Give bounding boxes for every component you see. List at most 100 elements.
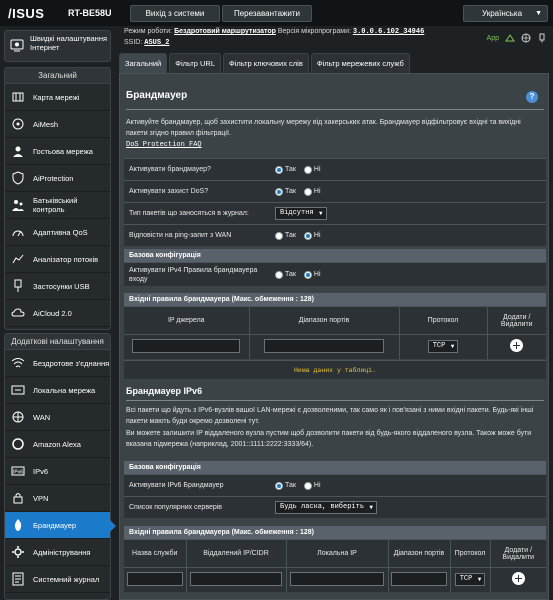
radio-no[interactable]: Ні <box>303 270 321 279</box>
sidebar-item-aimesh[interactable]: AiMesh <box>5 111 110 138</box>
ipv6-title: Брандмауер IPv6 <box>126 386 203 396</box>
quick-setup-label: Швидкі налаштування Інтернет <box>30 34 108 52</box>
ipv6-add-rule-button[interactable] <box>511 572 525 586</box>
cloud-icon <box>11 306 25 320</box>
radio-no[interactable]: Ні <box>303 165 321 174</box>
radio-yes[interactable]: Так <box>275 481 296 490</box>
add-rule-button[interactable] <box>510 339 524 353</box>
radio-no[interactable]: Ні <box>303 231 321 240</box>
help-icon[interactable]: ? <box>526 91 538 103</box>
select-value: Відсутня <box>280 209 314 217</box>
radio-label: Так <box>285 271 296 278</box>
sidebar-item-cloud[interactable]: AiCloud 2.0 <box>5 300 110 327</box>
radio-dot <box>275 231 283 240</box>
row-label: Відповісти на ping-запит з WAN <box>129 232 232 239</box>
sidebar-item-label: IPv6 <box>33 466 49 476</box>
usb-status-icon[interactable] <box>537 33 547 43</box>
inbound-rules-heading: Вхідні правила брандмауера (Макс. обмеже… <box>124 293 546 306</box>
ipv6-description-2: Ви можете залишити IP віддаленого вузла … <box>126 430 532 448</box>
logout-button[interactable]: Вихід з системи <box>130 5 220 22</box>
sidebar-item-lan[interactable]: Локальна мережа <box>5 377 110 404</box>
sidebar-item-ipv6[interactable]: IPv6 IPv6 <box>5 458 110 485</box>
language-select[interactable]: Українська ▼ <box>463 5 548 22</box>
sidebar-item-qos[interactable]: Адаптивна QoS <box>5 219 110 246</box>
log-type-select[interactable]: Відсутня ▼ <box>275 207 327 220</box>
log-icon <box>11 572 25 586</box>
tab-keyword-filter[interactable]: Фільтр ключових слів <box>223 53 309 73</box>
reboot-button[interactable]: Перезавантажити <box>222 5 312 22</box>
protocol-select[interactable]: TCP ▼ <box>427 340 459 354</box>
ipv6-basic-config-heading: Базова конфігурація <box>124 461 546 474</box>
column-header: Діапазон портів <box>249 306 400 335</box>
sidebar-item-alexa[interactable]: Amazon Alexa <box>5 431 110 458</box>
tab-general[interactable]: Загальний <box>119 53 168 73</box>
wan-icon <box>11 410 25 424</box>
firmware-link[interactable]: 3.0.0.6.102_34946 <box>353 28 424 36</box>
ipv6-inbound-rules-heading: Вхідні правила брандмауера (Макс. обмеже… <box>124 526 546 539</box>
radio-yes[interactable]: Так <box>275 231 296 240</box>
sidebar-item-wan[interactable]: WAN <box>5 404 110 431</box>
sidebar-item-guest[interactable]: Гостьова мережа <box>5 138 110 165</box>
radio-label: Так <box>285 482 296 489</box>
dos-faq-link[interactable]: DoS Protection FAQ <box>126 141 202 149</box>
sidebar-item-map[interactable]: Карта мережі <box>5 84 110 111</box>
sidebar-item-label: Бездротове з'єднання <box>33 358 110 368</box>
ipv6-port-range-input[interactable] <box>391 571 447 586</box>
chevron-down-icon: ▼ <box>369 504 374 511</box>
remote-ip-input[interactable] <box>190 571 282 586</box>
column-header: IP джерела <box>124 306 250 335</box>
sidebar-item-admin[interactable]: Адміністрування <box>5 539 110 566</box>
select-value: TCP <box>459 575 473 584</box>
radio-no[interactable]: Ні <box>303 187 321 196</box>
radio-yes[interactable]: Так <box>275 187 296 196</box>
sidebar-item-label: Локальна мережа <box>33 385 96 395</box>
radio-yes[interactable]: Так <box>275 270 296 279</box>
sidebar-item-firewall[interactable]: Брандмауер <box>5 512 116 539</box>
sidebar-item-parental[interactable]: Батьківський контроль <box>5 192 110 219</box>
sidebar-item-log[interactable]: Системний журнал <box>5 566 110 593</box>
port-range-input[interactable] <box>264 338 384 353</box>
ssid-link[interactable]: ASUS_2 <box>144 39 169 47</box>
ipv6-protocol-select[interactable]: TCP ▼ <box>454 573 486 587</box>
service-name-input[interactable] <box>126 571 183 586</box>
admin-icon <box>11 545 25 559</box>
column-header: Назва служби <box>124 539 187 568</box>
asus-logo: /ISUS <box>8 6 45 21</box>
radio-label: Ні <box>313 166 321 173</box>
sidebar-item-label: Гостьова мережа <box>33 146 93 156</box>
row-enable-dos: Активувати захист DoS? Так Ні <box>124 180 546 202</box>
popular-servers-select[interactable]: Будь ласка, виберіть ▼ <box>275 501 378 514</box>
radio-dot <box>275 165 283 174</box>
sidebar-item-shield[interactable]: AiProtection <box>5 165 110 192</box>
mode-link[interactable]: Бездротовий маршрутизатор <box>174 28 276 35</box>
top-bar: /ISUS RT-BE58U Вихід з системи Перезаван… <box>0 0 553 26</box>
quick-setup-button[interactable]: Швидкі налаштування Інтернет <box>4 30 111 62</box>
sidebar-item-label: AiMesh <box>33 119 59 129</box>
sidebar-item-label: AiProtection <box>33 173 74 183</box>
tab-service-filter[interactable]: Фільтр мережевих служб <box>310 53 410 73</box>
radio-label: Так <box>285 232 296 239</box>
row-ipv4-rules: Активувати IPv4 Правила брандмауера вход… <box>124 262 546 286</box>
map-icon <box>11 90 25 104</box>
select-value: TCP <box>432 342 446 351</box>
row-label: Активувати IPv4 Правила брандмауера вход… <box>129 266 258 283</box>
quick-setup-icon <box>10 38 24 52</box>
sidebar-item-vpn[interactable]: VPN <box>5 485 110 512</box>
radio-yes[interactable]: Так <box>275 165 296 174</box>
sidebar-item-wifi[interactable]: Бездротове з'єднання <box>5 350 110 377</box>
tab-url-filter[interactable]: Фільтр URL <box>169 53 222 73</box>
internet-status-icon[interactable] <box>521 33 531 43</box>
wireless-status-icon[interactable] <box>505 33 515 43</box>
divider <box>126 400 544 401</box>
tab-bar: Загальний Фільтр URL Фільтр ключових слі… <box>119 53 410 73</box>
general-nav: Загальний Карта мережі AiMesh Гостьова мер… <box>4 67 111 330</box>
local-ip-input[interactable] <box>290 571 384 586</box>
sidebar-item-traffic[interactable]: Аналізатор потоків <box>5 246 110 273</box>
radio-no[interactable]: Ні <box>303 481 321 490</box>
chevron-down-icon: ▼ <box>450 343 455 351</box>
radio-label: Ні <box>313 232 321 239</box>
sidebar-item-usb[interactable]: Застосунки USB <box>5 273 110 300</box>
radio-label: Ні <box>313 482 321 489</box>
app-link[interactable]: App <box>487 35 499 42</box>
source-ip-input[interactable] <box>132 338 241 353</box>
